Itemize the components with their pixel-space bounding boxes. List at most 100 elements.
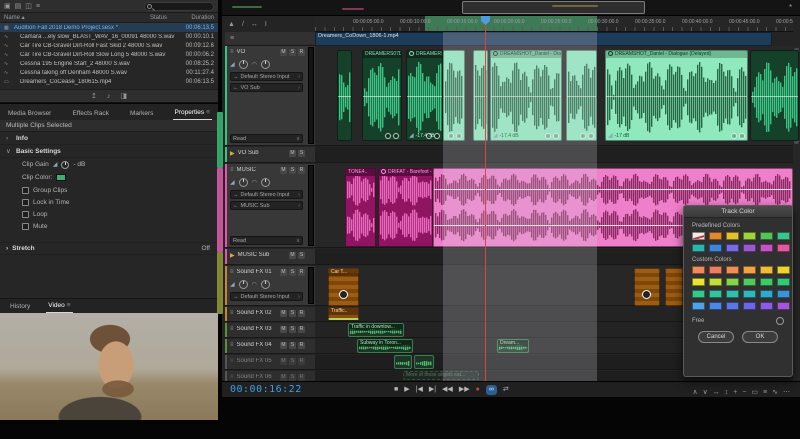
Camara ...ely slow_BLAST_WAV_16_00091 48000 S.wav[interactable]: ∿ Camara ...ely slow_BLAST_WAV_16_00091 …: [0, 32, 218, 41]
solo-button[interactable]: S: [289, 326, 296, 333]
clip-gain-knob[interactable]: [339, 290, 348, 299]
color-swatch[interactable]: [760, 278, 773, 286]
color-swatch[interactable]: [777, 232, 790, 240]
track-color-stripe[interactable]: [225, 164, 227, 247]
color-swatch[interactable]: [760, 302, 773, 310]
move-tool-icon[interactable]: ▲: [228, 18, 235, 31]
clip-color-swatch[interactable]: [56, 174, 66, 181]
color-swatch[interactable]: [692, 278, 705, 286]
audio-clip[interactable]: More of those angels eat...: [403, 371, 479, 380]
audio-preview-icon[interactable]: ♪: [107, 90, 111, 103]
dialog-title[interactable]: Track Color: [684, 206, 792, 218]
panel-tab[interactable]: Video≡: [46, 300, 72, 313]
skip-back-button[interactable]: |◀: [416, 385, 423, 395]
color-swatch[interactable]: [726, 266, 739, 274]
track-name[interactable]: Sound FX 05: [237, 358, 277, 364]
solo-button[interactable]: S: [298, 150, 305, 157]
color-swatch[interactable]: [726, 278, 739, 286]
audio-clip[interactable]: Subway in Toron...: [357, 339, 413, 353]
volume-knob[interactable]: [239, 178, 248, 187]
audio-clip[interactable]: TONE4..: [345, 168, 376, 247]
settings-icon[interactable]: *: [789, 3, 792, 12]
clip-header[interactable]: Dream...: [498, 340, 528, 347]
volume-knob[interactable]: [239, 280, 248, 289]
audio-clip[interactable]: [394, 355, 412, 369]
reset-color-icon[interactable]: [776, 317, 784, 325]
clip-corner-controls[interactable]: [580, 133, 594, 139]
color-swatch[interactable]: [709, 290, 722, 298]
clip-header[interactable]: Dreamers_CoDown_1806-1.mp4: [316, 33, 771, 40]
export-icon[interactable]: ↥: [91, 90, 97, 103]
color-swatch[interactable]: [743, 232, 756, 240]
color-swatch[interactable]: [760, 232, 773, 240]
column-name[interactable]: Name ▴: [4, 14, 150, 21]
track-color-stripe[interactable]: [225, 323, 227, 337]
section-basic-settings[interactable]: ∨ Basic Settings: [0, 145, 218, 158]
color-swatch[interactable]: [743, 302, 756, 310]
audio-clip[interactable]: [634, 268, 660, 306]
more-options-icon[interactable]: ⋯: [783, 386, 790, 399]
mute-button[interactable]: M: [280, 374, 287, 381]
checkbox-row[interactable]: Loop: [0, 208, 218, 220]
arm-record-button[interactable]: R: [298, 167, 305, 174]
panel-tab[interactable]: History: [8, 301, 32, 313]
track-name[interactable]: MUSIC Sub: [238, 252, 286, 258]
clip-gain-readout[interactable]: ◢-17 dB: [608, 132, 629, 139]
audio-clip[interactable]: [443, 50, 465, 141]
track-menu-icon[interactable]: ≡: [230, 167, 234, 173]
color-swatch[interactable]: [777, 290, 790, 298]
VO Sub[interactable]: ▶ VO Sub M S: [225, 147, 315, 163]
Sound FX 02[interactable]: ≡ Sound FX 02 M S R: [225, 307, 315, 322]
track-name[interactable]: Sound FX 03: [237, 326, 277, 332]
zoom-out-icon[interactable]: −: [742, 386, 746, 399]
VO[interactable]: ≡ VO M S R ◢ ◠ → Default Stereo Input › …: [225, 46, 315, 146]
section-stretch[interactable]: › Stretch Off: [0, 242, 218, 255]
clip-corner-controls[interactable]: [731, 133, 745, 139]
cancel-button[interactable]: Cancel: [698, 331, 734, 343]
color-swatch[interactable]: [726, 290, 739, 298]
clip-gain-knob[interactable]: [642, 290, 651, 299]
open-file-icon[interactable]: ▤: [15, 0, 22, 13]
column-status[interactable]: Status: [150, 15, 178, 21]
tab-menu-icon[interactable]: ≡: [206, 109, 210, 116]
color-swatch[interactable]: [777, 278, 790, 286]
checkbox[interactable]: [22, 187, 29, 194]
checkbox-row[interactable]: Lock in Time: [0, 196, 218, 208]
arm-record-button[interactable]: R: [298, 49, 305, 56]
Car Tire CB-Gravel Dirt-Roll Slow Long 5 48000 S.wav[interactable]: ∿ Car Tire CB-Gravel Dirt-Roll Slow Long…: [0, 50, 218, 59]
track-menu-icon[interactable]: ≡: [230, 342, 234, 348]
track-color-stripe[interactable]: [225, 371, 227, 381]
color-swatch[interactable]: [709, 232, 722, 240]
checkbox[interactable]: [22, 223, 29, 230]
pan-knob[interactable]: [261, 178, 270, 187]
fx-badge-icon[interactable]: [493, 51, 498, 56]
loop-playback-button[interactable]: ∞: [486, 385, 497, 395]
zoom-horizontal-icon[interactable]: ↔: [713, 386, 720, 399]
clip-header[interactable]: Car T...: [329, 269, 358, 276]
solo-button[interactable]: S: [298, 252, 305, 259]
arm-record-button[interactable]: R: [298, 374, 305, 381]
stop-button[interactable]: ■: [394, 385, 398, 395]
track-name[interactable]: MUSIC: [237, 167, 277, 173]
clip-corner-controls[interactable]: [448, 133, 462, 139]
track-menu-icon[interactable]: ≡: [230, 374, 234, 380]
track-color-stripe[interactable]: [225, 339, 227, 353]
arm-record-button[interactable]: R: [298, 310, 305, 317]
output-selector[interactable]: ← VO Sub ›: [230, 83, 303, 92]
track-color-stripe[interactable]: [225, 266, 227, 305]
Sound FX 05[interactable]: ≡ Sound FX 05 M S R: [225, 355, 315, 370]
gain-handle-icon[interactable]: [739, 133, 745, 139]
audio-clip[interactable]: [750, 50, 799, 141]
skip-forward-button[interactable]: ▶|: [429, 385, 436, 395]
color-swatch[interactable]: [760, 290, 773, 298]
audio-clip[interactable]: [414, 355, 434, 369]
zoom-vertical-icon[interactable]: ↕: [725, 386, 729, 399]
fade-handle-icon[interactable]: [448, 133, 454, 139]
rewind-button[interactable]: ◀◀: [442, 385, 453, 395]
mute-preview-icon[interactable]: ◨: [120, 90, 127, 103]
audio-clip[interactable]: DREAMERS07D40: [362, 50, 402, 141]
color-swatch[interactable]: [743, 244, 756, 252]
audio-clip[interactable]: Traffic..: [328, 307, 359, 320]
track-name[interactable]: Sound FX 06: [237, 374, 277, 380]
fx-badge-icon[interactable]: [409, 51, 414, 56]
